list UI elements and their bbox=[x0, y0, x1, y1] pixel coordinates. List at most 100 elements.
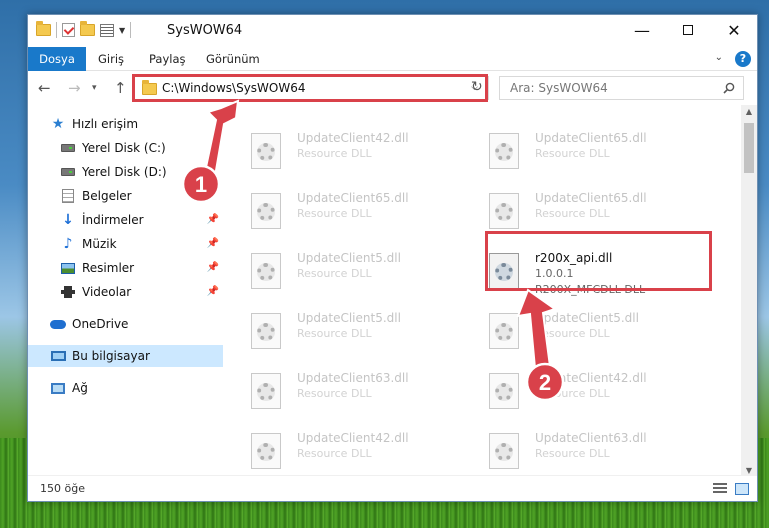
sidebar-item-label: Resimler bbox=[82, 261, 135, 275]
file-list: UpdateClient42.dll Resource DLL UpdateCl… bbox=[241, 105, 738, 477]
download-icon: ↓ bbox=[62, 212, 74, 228]
sidebar-item-label: Hızlı erişim bbox=[72, 117, 139, 131]
sidebar-item-network[interactable]: Ağ bbox=[28, 377, 223, 399]
tab-file[interactable]: Dosya bbox=[28, 47, 86, 71]
forward-button[interactable]: → bbox=[68, 79, 81, 97]
star-icon: ★ bbox=[51, 116, 65, 132]
disk-icon bbox=[60, 164, 76, 180]
file-type: Resource DLL bbox=[297, 267, 372, 280]
new-folder-icon[interactable] bbox=[80, 21, 95, 36]
item-count: 150 öğe bbox=[40, 482, 85, 495]
up-button[interactable]: ↑ bbox=[114, 79, 127, 97]
file-name: UpdateClient5.dll bbox=[297, 251, 401, 265]
properties-list-icon[interactable] bbox=[100, 23, 114, 37]
file-type: Resource DLL bbox=[535, 387, 610, 400]
search-placeholder: Ara: SysWOW64 bbox=[510, 81, 608, 95]
minimize-icon: — bbox=[634, 20, 650, 40]
tab-view[interactable]: Görünüm bbox=[206, 47, 260, 71]
scroll-thumb[interactable] bbox=[744, 123, 754, 173]
file-type: Resource DLL bbox=[535, 147, 610, 160]
file-highlight-box bbox=[485, 231, 712, 291]
sidebar-item-downloads[interactable]: ↓ İndirmeler 📌 bbox=[28, 209, 223, 231]
recent-locations-chevron-icon[interactable]: ▾ bbox=[92, 83, 97, 93]
sidebar-item-label: Belgeler bbox=[82, 189, 132, 203]
sidebar-item-videos[interactable]: Videolar 📌 bbox=[28, 281, 223, 303]
search-icon[interactable] bbox=[723, 82, 735, 94]
sidebar-item-local-disk-c[interactable]: Yerel Disk (C:) bbox=[28, 137, 223, 159]
search-input[interactable]: Ara: SysWOW64 bbox=[499, 76, 744, 100]
list-item[interactable]: UpdateClient63.dll Resource DLL bbox=[241, 367, 471, 417]
back-button[interactable]: ← bbox=[38, 79, 51, 97]
computer-icon bbox=[50, 348, 66, 364]
sidebar-item-label: Ağ bbox=[72, 381, 88, 395]
sidebar-item-quick-access[interactable]: ★ Hızlı erişim bbox=[28, 113, 223, 135]
file-type: Resource DLL bbox=[535, 447, 610, 460]
file-name: UpdateClient5.dll bbox=[535, 311, 639, 325]
dll-file-icon bbox=[489, 193, 519, 229]
music-icon: ♪ bbox=[63, 236, 73, 252]
vertical-scrollbar[interactable]: ▲ ▼ bbox=[741, 105, 757, 477]
file-type: Resource DLL bbox=[297, 327, 372, 340]
dll-file-icon bbox=[489, 133, 519, 169]
list-item[interactable]: UpdateClient42.dll Resource DLL bbox=[241, 427, 471, 477]
maximize-button[interactable] bbox=[665, 15, 711, 45]
disk-icon bbox=[60, 140, 76, 156]
list-item[interactable]: UpdateClient42.dll Resource DLL bbox=[479, 367, 709, 417]
sidebar-item-label: Bu bilgisayar bbox=[72, 349, 150, 363]
list-item[interactable]: UpdateClient42.dll Resource DLL bbox=[241, 127, 471, 177]
status-bar: 150 öğe bbox=[28, 475, 757, 501]
pin-icon[interactable]: 📌 bbox=[207, 262, 219, 273]
picture-icon bbox=[60, 260, 76, 276]
toolbar-separator bbox=[130, 22, 132, 38]
list-item[interactable]: UpdateClient65.dll Resource DLL bbox=[241, 187, 471, 237]
sidebar-item-label: Yerel Disk (D:) bbox=[82, 165, 167, 179]
file-type: Resource DLL bbox=[297, 387, 372, 400]
properties-check-icon[interactable] bbox=[62, 23, 75, 37]
sidebar-item-local-disk-d[interactable]: Yerel Disk (D:) bbox=[28, 161, 223, 183]
large-icons-view-icon[interactable] bbox=[735, 483, 749, 495]
dll-file-icon bbox=[251, 253, 281, 289]
close-button[interactable]: ✕ bbox=[711, 15, 757, 45]
sidebar-item-this-pc[interactable]: Bu bilgisayar bbox=[28, 345, 223, 367]
file-type: Resource DLL bbox=[297, 147, 372, 160]
expand-ribbon-chevron-icon[interactable]: ⌄ bbox=[715, 52, 723, 63]
sidebar-item-onedrive[interactable]: OneDrive bbox=[28, 313, 223, 335]
quick-access-toolbar: ▼ bbox=[36, 21, 132, 38]
file-name: UpdateClient5.dll bbox=[297, 311, 401, 325]
ribbon-tabs: Dosya Giriş Paylaş Görünüm ⌄ ? bbox=[28, 47, 757, 71]
help-icon[interactable]: ? bbox=[735, 51, 751, 67]
file-type: Resource DLL bbox=[535, 327, 610, 340]
tab-share[interactable]: Paylaş bbox=[149, 47, 186, 71]
maximize-icon bbox=[683, 25, 693, 35]
scroll-down-arrow-icon[interactable]: ▼ bbox=[741, 466, 757, 475]
list-item[interactable]: UpdateClient65.dll Resource DLL bbox=[479, 127, 709, 177]
address-highlight-box bbox=[132, 74, 488, 102]
pin-icon[interactable]: 📌 bbox=[207, 238, 219, 249]
file-name: UpdateClient65.dll bbox=[535, 191, 647, 205]
tab-home[interactable]: Giriş bbox=[98, 47, 124, 71]
pin-icon[interactable]: 📌 bbox=[207, 286, 219, 297]
dll-file-icon bbox=[251, 133, 281, 169]
minimize-button[interactable]: — bbox=[619, 15, 665, 45]
list-item[interactable]: UpdateClient63.dll Resource DLL bbox=[479, 427, 709, 477]
folder-icon bbox=[36, 21, 51, 36]
list-item[interactable]: UpdateClient5.dll Resource DLL bbox=[241, 307, 471, 357]
customize-toolbar-caret-icon[interactable]: ▼ bbox=[119, 26, 125, 35]
pin-icon[interactable]: 📌 bbox=[207, 214, 219, 225]
file-type: Resource DLL bbox=[297, 447, 372, 460]
window-title: SysWOW64 bbox=[167, 23, 243, 38]
sidebar-item-music[interactable]: ♪ Müzik 📌 bbox=[28, 233, 223, 255]
sidebar-item-documents[interactable]: Belgeler bbox=[28, 185, 223, 207]
list-item[interactable]: UpdateClient65.dll Resource DLL bbox=[479, 187, 709, 237]
scroll-up-arrow-icon[interactable]: ▲ bbox=[741, 107, 757, 116]
file-name: UpdateClient63.dll bbox=[297, 371, 409, 385]
sidebar-item-label: Müzik bbox=[82, 237, 117, 251]
dll-file-icon bbox=[489, 433, 519, 469]
close-icon: ✕ bbox=[727, 20, 741, 40]
sidebar-item-label: İndirmeler bbox=[82, 213, 144, 227]
list-item[interactable]: UpdateClient5.dll Resource DLL bbox=[241, 247, 471, 297]
file-name: UpdateClient65.dll bbox=[297, 191, 409, 205]
list-item[interactable]: UpdateClient5.dll Resource DLL bbox=[479, 307, 709, 357]
details-view-icon[interactable] bbox=[713, 483, 727, 495]
sidebar-item-pictures[interactable]: Resimler 📌 bbox=[28, 257, 223, 279]
